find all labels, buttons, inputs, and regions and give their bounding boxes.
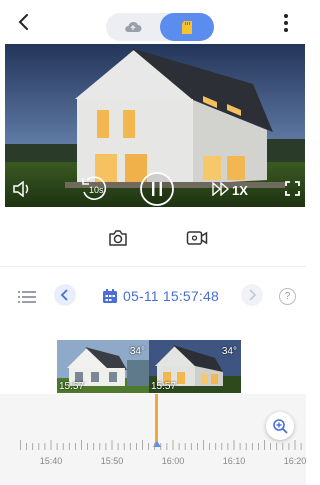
source-toggle [106,13,214,41]
event-thumbnail[interactable]: 34° 15:57 [149,340,241,393]
thumbnail-time: 15:57 [151,381,177,392]
camera-icon[interactable] [108,229,130,249]
cloud-icon [125,21,142,32]
timeline-label: 15:40 [39,456,63,466]
top-bar [0,0,306,44]
timeline-label: 16:10 [222,456,246,466]
fullscreen-icon[interactable] [285,181,300,196]
timeline-label: 16:20 [283,456,307,466]
pause-icon[interactable] [139,171,175,207]
zoom-in-icon[interactable] [266,412,294,440]
thumbnail-temperature: 34° [129,346,145,357]
chevron-left-icon [60,289,68,301]
fast-forward-icon[interactable] [212,182,230,196]
timeline-labels: 15:40 15:50 16:00 16:10 16:20 [0,456,307,470]
video-player[interactable]: 10s 1X [5,44,305,207]
thumbnail-time: 15:57 [59,381,85,392]
speed-label[interactable]: 1X [232,183,248,198]
timeline-label: 16:00 [161,456,185,466]
event-thumbnails: 34° 15:57 34° 15:57 [0,336,306,394]
help-button[interactable]: ? [279,288,296,305]
chevron-right-icon [249,289,257,301]
rewind-label: 10s [89,185,104,195]
sd-card-icon [182,20,192,34]
sd-card-tab[interactable] [160,13,214,41]
current-datetime: 05-11 15:57:48 [123,288,219,304]
timeline[interactable]: 15:40 15:50 16:00 16:10 16:20 [0,394,306,485]
next-day-button[interactable] [241,284,263,306]
cloud-tab[interactable] [106,13,160,41]
more-vertical-icon[interactable] [276,12,296,34]
thumbnail-temperature: 34° [221,346,237,357]
list-icon[interactable] [18,290,36,304]
date-navigation: 05-11 15:57:48 ? [0,278,306,314]
record-video-icon[interactable] [186,229,208,249]
prev-day-button[interactable] [54,284,76,306]
back-arrow-icon[interactable] [14,12,34,32]
event-thumbnail[interactable]: 34° 15:57 [57,340,149,393]
timeline-ticks [20,440,302,450]
volume-icon[interactable] [12,181,32,197]
timeline-label: 15:50 [100,456,124,466]
calendar-icon [103,289,117,303]
date-picker[interactable]: 05-11 15:57:48 [102,286,219,306]
tool-row [0,207,306,267]
